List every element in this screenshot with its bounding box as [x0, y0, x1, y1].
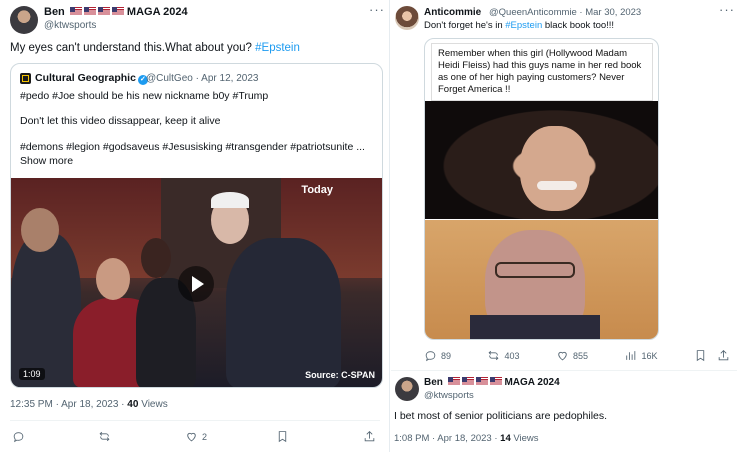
hashtag-link[interactable]: #Epstein: [255, 42, 300, 54]
quote-avatar: [20, 73, 31, 84]
flag-icon: [97, 7, 110, 15]
secondary-actions: [694, 349, 730, 362]
reply-icon: [425, 351, 436, 362]
reply-meta: 1:08 PM · Apr 18, 2023 · 14 Views: [394, 433, 539, 444]
share-button[interactable]: [363, 430, 380, 443]
share-icon[interactable]: [717, 349, 730, 362]
quote-line-2: Don't let this video dissappear, keep it…: [20, 115, 221, 127]
photo-woman: [425, 101, 658, 219]
tweet-text-after: black book too!!!: [544, 20, 615, 31]
reply-button[interactable]: 89: [424, 349, 451, 362]
reply-views-label: Views: [513, 433, 539, 444]
quote-handle-date: @CultGeo · Apr 12, 2023: [146, 73, 259, 84]
heart-icon: [187, 432, 196, 442]
action-bar: 89 403 855 16K: [424, 349, 730, 362]
flag-icon: [447, 377, 460, 385]
timestamp[interactable]: 12:35 PM · Apr 18, 2023 ·: [10, 399, 125, 410]
tweet-text: Don't forget he's in #Epstein black book…: [424, 19, 614, 32]
flag-icon: [461, 377, 474, 385]
flag-icon: [69, 7, 82, 15]
play-icon[interactable]: [178, 266, 214, 302]
author-handle[interactable]: @ktwsports: [44, 20, 96, 31]
quote-author-name[interactable]: Cultural Geographic: [35, 72, 136, 84]
reply-count: 89: [441, 350, 452, 361]
action-bar: 2: [12, 430, 380, 443]
reply-text: I bet most of senior politicians are ped…: [394, 410, 608, 422]
avatar[interactable]: [395, 6, 419, 30]
flag-icon: [489, 377, 502, 385]
author-suffix: MAGA 2024: [126, 6, 188, 18]
hashtag-link[interactable]: #Epstein: [505, 20, 542, 31]
flag-icon: [111, 7, 124, 15]
retweet-button[interactable]: [98, 430, 115, 443]
author-handle-date: @QueenAnticommie · Mar 30, 2023: [489, 7, 642, 18]
quote-author[interactable]: Cultural Geographic ✓: [35, 72, 148, 85]
video-player[interactable]: Today 1:09 Source: C-SPAN: [11, 178, 382, 387]
reply-views-count: 14: [500, 433, 511, 444]
flag-icon: [475, 377, 488, 385]
like-button[interactable]: 2: [185, 430, 207, 443]
tweet-text-plain: My eyes can't understand this.What about…: [10, 42, 252, 54]
reply-button[interactable]: [12, 430, 29, 443]
retweet-icon: [100, 431, 110, 442]
video-overlay-label: Today: [301, 184, 333, 196]
views-label: Views: [141, 399, 168, 410]
views-button[interactable]: 16K: [624, 349, 658, 362]
reply-avatar[interactable]: [395, 377, 419, 401]
video-duration: 1:09: [19, 368, 45, 380]
flag-icon: [83, 7, 96, 15]
views-count: 40: [127, 399, 139, 410]
author-name-text[interactable]: Ben: [44, 6, 65, 18]
retweet-button[interactable]: 403: [487, 349, 520, 362]
quote-line-3: #demons #legion #godsaveus #Jesusisking …: [20, 141, 365, 153]
bookmark-icon: [279, 431, 287, 443]
share-icon: [364, 431, 375, 442]
tweet-text: My eyes can't understand this.What about…: [10, 41, 380, 56]
more-options-icon[interactable]: ···: [369, 2, 385, 17]
tweet-text-before: Don't forget he's in: [424, 20, 503, 31]
author-name[interactable]: Anticommie: [424, 7, 481, 18]
photo-man: [425, 220, 658, 339]
analytics-icon: [626, 351, 636, 360]
author-name[interactable]: Ben MAGA 2024: [44, 6, 188, 18]
show-more-link[interactable]: Show more: [20, 154, 73, 168]
right-column: Anticommie @QueenAnticommie · Mar 30, 20…: [391, 0, 737, 452]
quoted-tweet[interactable]: Cultural Geographic ✓ @CultGeo · Apr 12, …: [10, 63, 383, 388]
reply-timestamp[interactable]: 1:08 PM · Apr 18, 2023 ·: [394, 433, 498, 444]
reply-author-name[interactable]: Ben MAGA 2024: [424, 377, 560, 388]
tweet-meta: 12:35 PM · Apr 18, 2023 · 40 Views: [10, 399, 168, 410]
heart-icon: [558, 351, 567, 361]
like-button[interactable]: 855: [556, 349, 588, 362]
retweet-icon: [489, 350, 499, 361]
reply-author-name-text[interactable]: Ben: [424, 377, 443, 388]
bookmark-icon[interactable]: [694, 349, 707, 362]
quote-line-1: #pedo #Joe should be his new nickname b0…: [20, 90, 269, 102]
like-count: 855: [572, 350, 589, 361]
views-count: 16K: [641, 350, 658, 361]
figure-man-left: [11, 233, 81, 387]
reply-icon: [13, 432, 24, 443]
more-options-icon[interactable]: ···: [719, 2, 735, 17]
avatar[interactable]: [10, 6, 38, 34]
left-tweet: Ben MAGA 2024 @ktwsports ··· My eyes can…: [0, 0, 390, 452]
reply-author-handle[interactable]: @ktwsports: [424, 390, 474, 401]
reply-author-suffix: MAGA 2024: [504, 377, 560, 388]
retweet-count: 403: [504, 350, 520, 361]
tweet-media[interactable]: Remember when this girl (Hollywood Madam…: [424, 38, 659, 340]
like-count: 2: [201, 431, 207, 442]
video-source: Source: C-SPAN: [305, 370, 375, 380]
bookmark-button[interactable]: [276, 430, 293, 443]
media-caption: Remember when this girl (Hollywood Madam…: [431, 43, 653, 101]
